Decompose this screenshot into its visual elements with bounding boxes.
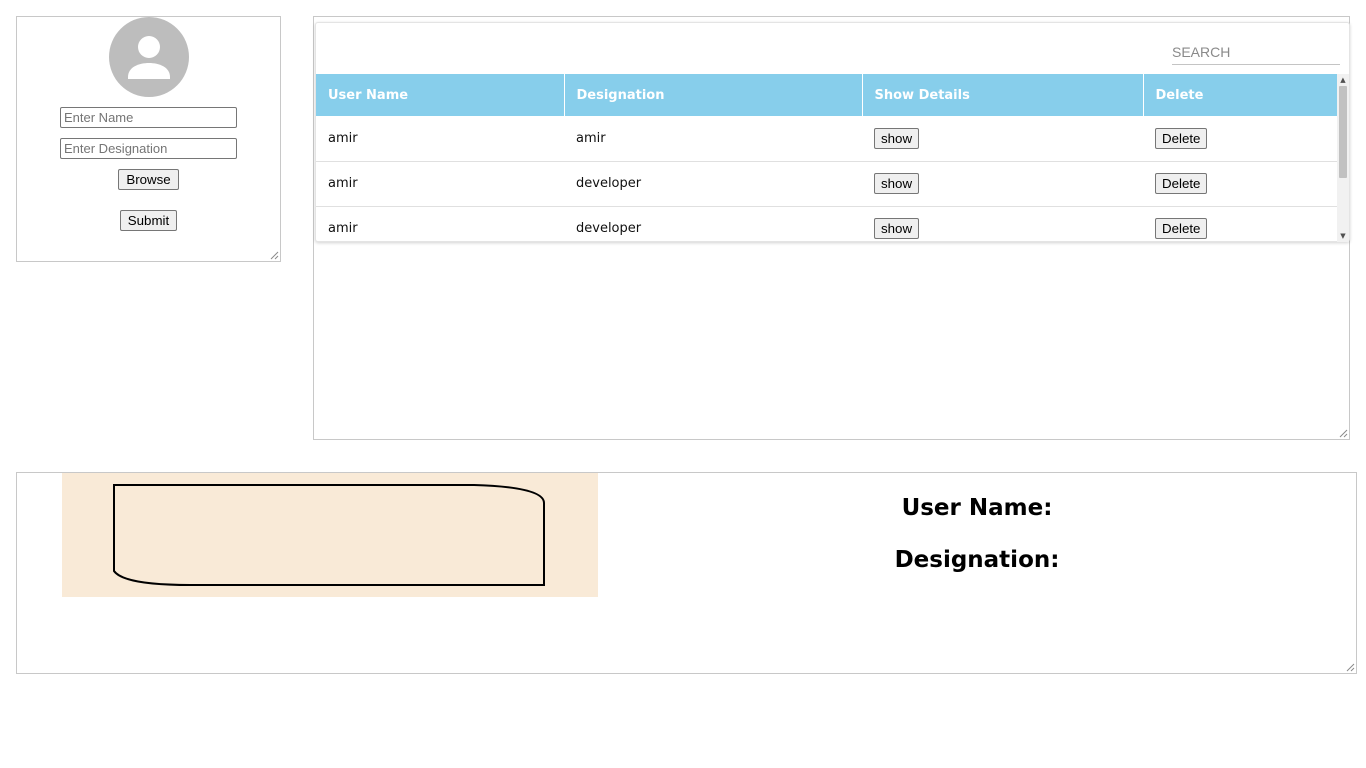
user-image-frame [113,484,545,586]
delete-button[interactable]: Delete [1155,127,1208,149]
table-row: amir developer show Delete [316,161,1337,207]
cell-designation: developer [564,161,862,207]
resize-handle-icon[interactable] [1339,429,1348,438]
column-header-show-details[interactable]: Show Details [862,74,1144,116]
cell-show-details: show [862,116,1143,162]
delete-button[interactable]: Delete [1155,218,1208,239]
table-card: User Name Designation Show Details Delet… [315,22,1350,242]
cell-user-name: amir [316,206,564,242]
column-header-delete[interactable]: Delete [1143,74,1338,116]
name-input[interactable] [60,107,237,128]
detail-designation-label: Designation: [894,547,1060,573]
cell-user-name: amir [316,116,564,162]
table-row: amir developer show Delete [316,206,1337,242]
cell-delete: Delete [1143,206,1337,242]
search-input[interactable] [1172,35,1340,65]
show-details-button[interactable]: show [874,218,920,239]
users-table: User Name Designation Show Details Delet… [316,74,1338,242]
browse-button[interactable]: Browse [118,169,179,190]
resize-handle-icon[interactable] [1346,663,1355,672]
cell-designation: developer [564,206,862,242]
designation-input[interactable] [60,138,237,159]
detail-user-name-label: User Name: [901,495,1053,521]
add-user-form-panel: Browse Submit [16,16,281,262]
scroll-up-arrow-icon[interactable]: ▲ [1337,74,1349,86]
users-table-panel: User Name Designation Show Details Delet… [313,16,1350,440]
show-details-button[interactable]: show [874,127,920,149]
cell-delete: Delete [1143,161,1337,207]
cell-delete: Delete [1143,116,1337,162]
cell-show-details: show [862,161,1143,207]
delete-button[interactable]: Delete [1155,173,1208,194]
cell-designation: amir [564,116,862,162]
scrollbar-thumb[interactable] [1339,86,1347,178]
submit-button[interactable]: Submit [120,210,177,231]
resize-handle-icon[interactable] [270,251,279,260]
cell-show-details: show [862,206,1143,242]
table-scroll-area[interactable]: User Name Designation Show Details Delet… [316,74,1349,242]
user-details-panel: User Name: Designation: [16,472,1357,674]
scroll-down-arrow-icon[interactable]: ▼ [1337,230,1349,242]
user-image-area [62,473,598,597]
table-scrollbar[interactable]: ▲ ▼ [1337,74,1349,242]
table-row: amir amir show Delete [316,116,1337,162]
cell-user-name: amir [316,161,564,207]
table-header-row: User Name Designation Show Details Delet… [316,74,1338,116]
column-header-user-name[interactable]: User Name [316,74,565,116]
avatar-placeholder-icon [109,17,189,97]
column-header-designation[interactable]: Designation [564,74,863,116]
show-details-button[interactable]: show [874,173,920,194]
